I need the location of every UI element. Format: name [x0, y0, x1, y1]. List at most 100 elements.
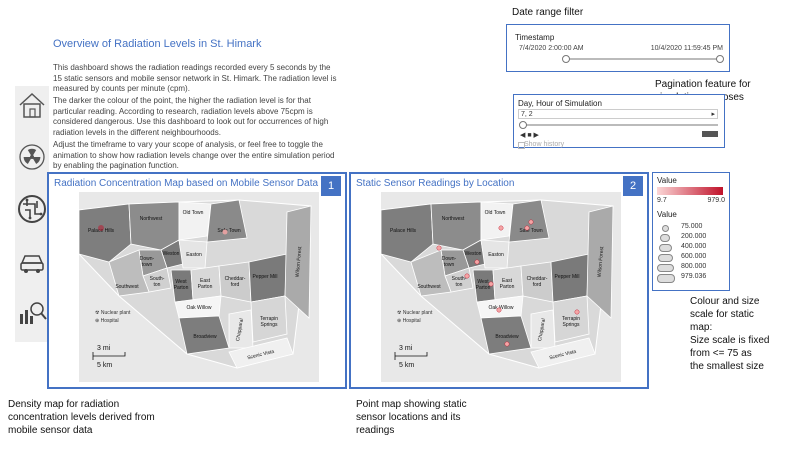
size-symbol	[659, 244, 672, 252]
density-hotspot	[222, 229, 228, 235]
chevron-right-icon[interactable]: ▸	[711, 110, 715, 120]
timestamp-start: 7/4/2020 2:00:00 AM	[519, 45, 584, 52]
annotation-density-note: Density map for radiation concentration …	[8, 398, 155, 437]
pagination-select[interactable]: 7, 2 ▸	[518, 109, 718, 119]
size-legend-row: 800.000	[657, 263, 727, 272]
playback-controls[interactable]: ◀ ■ ▶	[520, 131, 539, 139]
region-label-terrapin-springs: Terrapin Springs	[562, 316, 580, 328]
hospital-label: ⊕ Hospital	[95, 318, 119, 324]
show-history-label: Show history	[524, 141, 565, 148]
region-label-line: ton	[456, 282, 463, 288]
analytics-icon[interactable]	[15, 294, 49, 332]
scale-km: 5 km	[97, 362, 112, 369]
sensor-point	[496, 307, 502, 313]
radiation-icon[interactable]	[15, 138, 49, 176]
region-label-line: Easton	[488, 252, 504, 258]
color-legend-title: Value	[657, 176, 677, 185]
nuclear-plant-label: ☢ Nuclear plant	[397, 310, 433, 316]
map-legend: Value 9.7 979.0 Value 75.000 200.000 400…	[652, 172, 730, 291]
pagination-value: 7, 2	[521, 111, 533, 118]
car-icon[interactable]	[15, 242, 49, 280]
region-northwest	[430, 201, 482, 251]
size-value: 800.000	[681, 263, 707, 270]
region-label-line: town	[142, 262, 153, 268]
scale-mi: 3 mi	[399, 345, 413, 352]
region-label-line: Broadview	[193, 334, 217, 340]
region-label-line: Old Town	[485, 210, 506, 216]
annotation-pagination-1: Pagination feature for	[655, 79, 751, 90]
region-label-line: ford	[231, 282, 240, 288]
color-min: 9.7	[657, 197, 667, 204]
region-label-line: Weston	[465, 251, 482, 257]
size-value: 75.000	[681, 223, 703, 230]
density-note-line: mobile sensor data	[8, 425, 93, 436]
region-label-palace-hills: Palace Hills	[390, 228, 417, 234]
legend-note-line: scale for static	[690, 309, 754, 320]
timestamp-end-handle[interactable]	[716, 55, 724, 63]
map-title: Radiation Concentration Map based on Mob…	[54, 178, 319, 189]
map-title: Static Sensor Readings by Location	[356, 178, 515, 189]
region-label-easton: Easton	[186, 252, 202, 258]
scale-km: 5 km	[399, 362, 414, 369]
sidebar-nav	[15, 86, 49, 342]
timestamp-end: 10/4/2020 11:59:45 PM	[650, 45, 723, 52]
sensor-point	[488, 281, 494, 287]
region-label-line: Pepper Mill	[252, 274, 277, 280]
sensor-point	[498, 225, 504, 231]
region-label-northwest: Northwest	[442, 216, 465, 222]
region-label-safe-town: Safe Town	[519, 228, 542, 234]
region-label-line: ford	[533, 282, 542, 288]
region-label-line: Pepper Mill	[554, 274, 579, 280]
region-label-old-town: Old Town	[485, 210, 506, 216]
size-symbol	[657, 274, 675, 283]
legend-note-line: from <= 75 as	[690, 348, 752, 359]
intro-paragraph-1: This dashboard shows the radiation readi…	[53, 63, 337, 93]
region-label-line: Palace Hills	[390, 228, 417, 234]
legend-note-line: map:	[690, 322, 713, 333]
sensor-point	[474, 259, 480, 265]
size-legend-row: 75.000	[657, 223, 727, 232]
point-note-line: sensor locations and its	[356, 412, 461, 423]
map-number-badge: 2	[623, 176, 643, 196]
region-label-line: Parton	[198, 284, 213, 290]
region-label-line: Northwest	[140, 216, 163, 222]
color-gradient	[657, 187, 723, 195]
region-label-terrapin-springs: Terrapin Springs	[260, 316, 278, 328]
region-label-old-town: Old Town	[183, 210, 204, 216]
point-map[interactable]: Palace Hills Northwest Old Town Safe Town We…	[381, 192, 621, 382]
intro-paragraph-2: The darker the colour of the point, the …	[53, 96, 329, 137]
region-label-line: Safe Town	[519, 228, 542, 234]
intro-paragraph-3: Adjust the timeframe to vary your scope …	[53, 140, 335, 170]
region-label-pepper-mill: Pepper Mill	[554, 274, 579, 280]
region-label-line: Broadview	[495, 334, 519, 340]
region-label-line: Weston	[163, 251, 180, 257]
size-value: 979.036	[681, 273, 707, 280]
point-note-line: Point map showing static	[356, 399, 467, 410]
density-map[interactable]: Palace HillsNorthwestOld TownSafe TownWe…	[79, 192, 319, 382]
pagination-slider-handle[interactable]	[519, 121, 527, 129]
sensor-point	[436, 245, 442, 251]
region-label-easton: Easton	[488, 252, 504, 258]
speed-control[interactable]	[702, 131, 718, 137]
timestamp-start-handle[interactable]	[562, 55, 570, 63]
size-symbol	[662, 225, 669, 232]
nuclear-plant-label: ☢ Nuclear plant	[95, 310, 131, 316]
circuit-icon[interactable]	[15, 190, 49, 228]
map-number-badge: 1	[321, 176, 341, 196]
region-label-broadview: Broadview	[193, 334, 217, 340]
pagination-slider-track[interactable]	[522, 124, 718, 126]
legend-note-line: Size scale is fixed	[690, 335, 770, 346]
region-label-broadview: Broadview	[495, 334, 519, 340]
timestamp-slider-track[interactable]	[565, 58, 721, 60]
region-label-line: Northwest	[442, 216, 465, 222]
size-symbol	[658, 254, 673, 262]
sensor-point	[528, 219, 534, 225]
region-old-town	[480, 201, 514, 241]
home-icon[interactable]	[15, 86, 49, 124]
size-value: 200.000	[681, 233, 707, 240]
region-label-pepper-mill: Pepper Mill	[252, 274, 277, 280]
sensor-point	[464, 273, 470, 279]
scale-mi: 3 mi	[97, 345, 111, 352]
annotation-legend-note: Colour and size scale for static map: Si…	[690, 295, 769, 373]
timestamp-filter[interactable]: Timestamp 7/4/2020 2:00:00 AM 10/4/2020 …	[506, 24, 730, 72]
